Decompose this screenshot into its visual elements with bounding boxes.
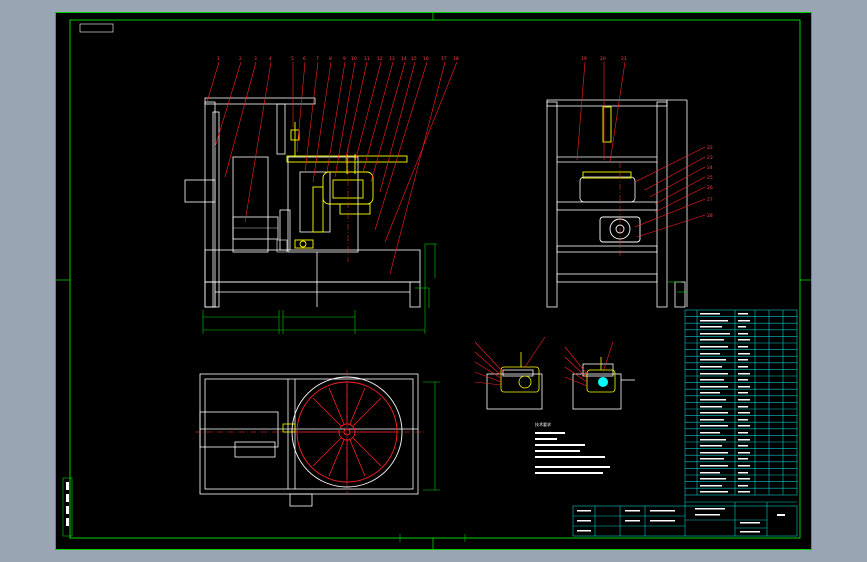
cad-viewport[interactable]: 1 2 3 4 5 6 7 8 9 10 11 12 13 14 15 16 1…	[0, 0, 867, 562]
balloon-11: 11	[364, 56, 370, 62]
balloon-8: 8	[329, 56, 332, 62]
balloon-15: 15	[411, 56, 417, 62]
balloon-28: 28	[707, 213, 713, 219]
sheet-background	[55, 12, 812, 550]
balloon-10: 10	[351, 56, 357, 62]
balloon-1: 1	[217, 56, 220, 62]
balloon-16: 16	[423, 56, 429, 62]
balloon-25: 25	[707, 175, 713, 181]
balloon-23: 23	[707, 155, 713, 161]
balloon-20: 20	[600, 56, 606, 62]
balloon-24: 24	[707, 165, 713, 171]
balloon-6: 6	[303, 56, 306, 62]
balloon-14: 14	[401, 56, 407, 62]
balloon-13: 13	[389, 56, 395, 62]
drawing-sheet: 1 2 3 4 5 6 7 8 9 10 11 12 13 14 15 16 1…	[55, 12, 812, 550]
balloon-21: 21	[621, 56, 627, 62]
detail-right-shaft-icon	[598, 377, 608, 387]
balloon-19: 19	[581, 56, 587, 62]
balloon-7: 7	[316, 56, 319, 62]
balloon-26: 26	[707, 185, 713, 191]
notes-heading: 技术要求	[535, 421, 551, 427]
balloon-9: 9	[343, 56, 346, 62]
balloon-22: 22	[707, 145, 713, 151]
balloon-5: 5	[291, 56, 294, 62]
balloon-17: 17	[441, 56, 447, 62]
balloon-27: 27	[707, 197, 713, 203]
balloon-18: 18	[453, 56, 459, 62]
balloon-3: 3	[254, 56, 257, 62]
balloon-4: 4	[269, 56, 272, 62]
balloon-2: 2	[239, 56, 242, 62]
balloon-12: 12	[377, 56, 383, 62]
